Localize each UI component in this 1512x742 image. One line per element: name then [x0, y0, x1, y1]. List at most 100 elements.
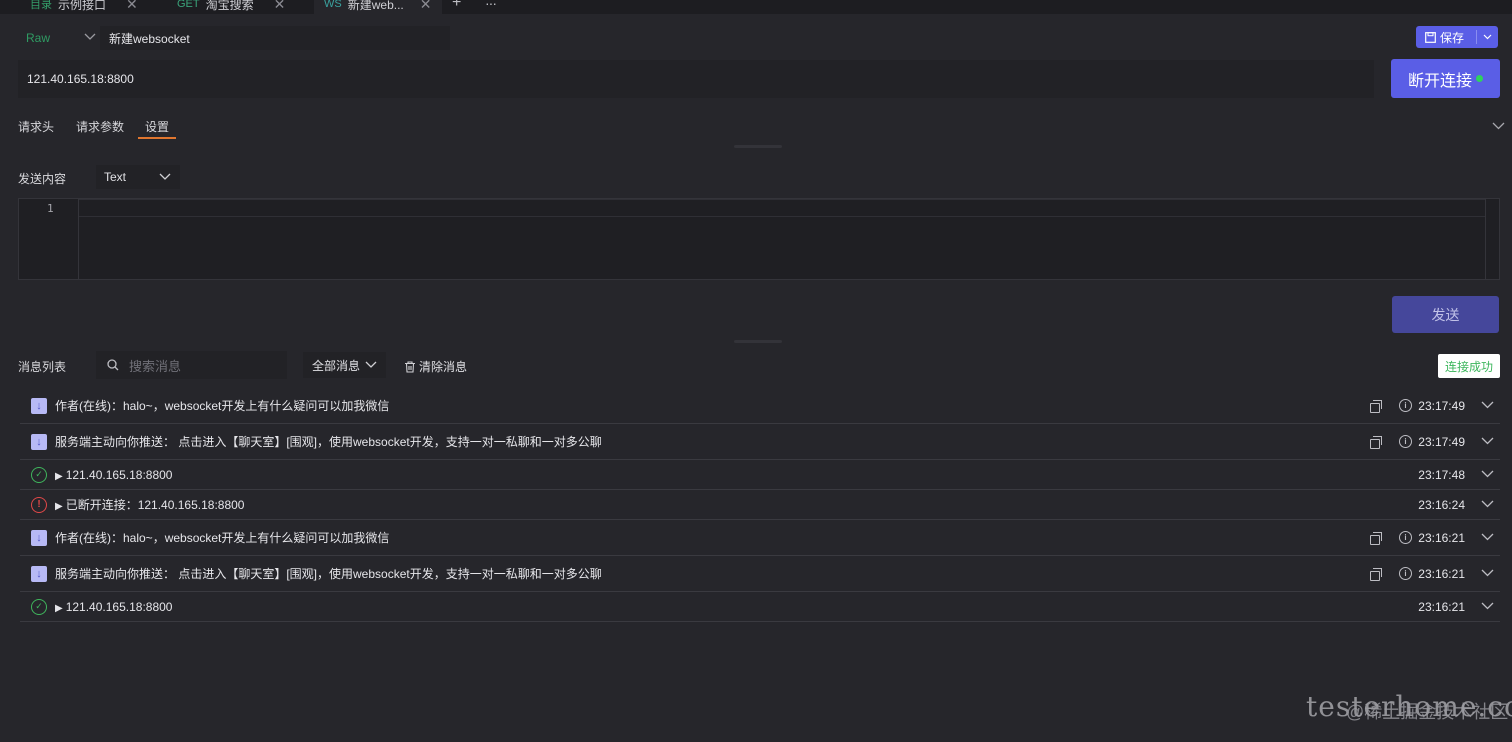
message-row[interactable]: ✓ ▶ 121.40.165.18:8800 23:17:48: [20, 460, 1500, 490]
expand-triangle-icon[interactable]: ▶: [55, 471, 63, 482]
info-icon[interactable]: i: [1399, 435, 1412, 448]
message-row[interactable]: ↓ 服务端主动向你推送： 点击进入【聊天室】[围观]，使用websocket开发，…: [20, 556, 1500, 592]
send-button[interactable]: 发送: [1392, 296, 1499, 333]
tab-title: 示例接口: [58, 0, 107, 12]
save-icon: [1425, 31, 1436, 43]
content-type-select[interactable]: Text: [96, 165, 180, 189]
received-message-icon: ↓: [31, 397, 47, 414]
message-text: ▶ 已断开连接：121.40.165.18:8800: [55, 496, 244, 513]
check-circle-icon: ✓: [31, 598, 47, 615]
filter-value: 全部消息: [312, 358, 361, 373]
disconnect-button[interactable]: 断开连接: [1391, 59, 1500, 98]
alert-circle-icon: !: [31, 496, 47, 513]
chevron-down-icon: [84, 32, 96, 44]
expand-triangle-icon[interactable]: ▶: [55, 603, 63, 614]
save-button[interactable]: 保存: [1416, 26, 1498, 48]
resize-handle[interactable]: [734, 340, 782, 343]
close-icon[interactable]: ✕: [126, 0, 138, 13]
message-list-label: 消息列表: [18, 360, 67, 374]
tab-taobao-search[interactable]: GET 淘宝搜索 ✕: [177, 0, 285, 14]
chevron-down-icon[interactable]: [1481, 601, 1494, 613]
connected-indicator-icon: [1476, 75, 1483, 82]
message-filter-select[interactable]: 全部消息: [303, 352, 386, 378]
message-content: 服务端主动向你推送： 点击进入【聊天室】[围观]，使用websocket开发，支…: [55, 567, 602, 581]
line-number: 1: [47, 202, 54, 215]
chevron-down-icon[interactable]: [1481, 436, 1494, 448]
message-text: 作者(在线)：halo~，websocket开发上有什么疑问可以加我微信: [55, 529, 389, 546]
more-icon[interactable]: ···: [485, 0, 497, 11]
message-text: ▶ 121.40.165.18:8800: [55, 468, 172, 482]
mode-select[interactable]: Raw: [18, 26, 100, 50]
info-icon[interactable]: i: [1399, 567, 1412, 580]
message-content: 已断开连接：121.40.165.18:8800: [65, 498, 245, 512]
message-row[interactable]: ! ▶ 已断开连接：121.40.165.18:8800 23:16:24: [20, 490, 1500, 520]
chevron-down-icon: [159, 173, 171, 180]
copy-icon[interactable]: [1370, 567, 1382, 581]
message-list: ↓ 作者(在线)：halo~，websocket开发上有什么疑问可以加我微信 i 23…: [20, 388, 1500, 622]
tab-title: 淘宝搜索: [205, 0, 254, 12]
received-message-icon: ↓: [31, 565, 47, 582]
disconnect-label: 断开连接: [1407, 72, 1472, 90]
clear-messages-label: 清除消息: [419, 360, 468, 374]
copy-icon[interactable]: [1370, 399, 1382, 413]
chevron-down-icon[interactable]: [1481, 499, 1494, 511]
copy-icon[interactable]: [1370, 531, 1382, 545]
message-content: 作者(在线)：halo~，websocket开发上有什么疑问可以加我微信: [55, 399, 390, 413]
tab-example-api[interactable]: 目录 示例接口 ✕: [30, 0, 138, 14]
message-editor[interactable]: 1: [18, 198, 1500, 280]
url-input[interactable]: 121.40.165.18:8800: [18, 60, 1374, 98]
current-line-highlight: [79, 199, 1486, 217]
chevron-down-icon[interactable]: [1481, 532, 1494, 544]
resize-handle[interactable]: [734, 145, 782, 148]
message-time: 23:17:49: [1418, 398, 1465, 413]
chevron-down-icon[interactable]: [1481, 400, 1494, 412]
copy-icon[interactable]: [1370, 435, 1382, 449]
close-icon[interactable]: ✕: [420, 0, 432, 13]
message-row[interactable]: ↓ 作者(在线)：halo~，websocket开发上有什么疑问可以加我微信 i 23…: [20, 388, 1500, 424]
message-time: 23:16:24: [1418, 497, 1465, 512]
message-search-input[interactable]: 搜索消息: [96, 351, 287, 379]
info-icon[interactable]: i: [1399, 399, 1412, 412]
content-type-value: Text: [104, 170, 127, 184]
tab-settings[interactable]: 设置: [145, 118, 169, 135]
chevron-down-icon[interactable]: [1481, 568, 1494, 580]
search-icon: [107, 359, 119, 371]
message-row[interactable]: ↓ 服务端主动向你推送： 点击进入【聊天室】[围观]，使用websocket开发，…: [20, 424, 1500, 460]
check-circle-icon: ✓: [31, 466, 47, 483]
message-time: 23:16:21: [1418, 566, 1465, 581]
received-message-icon: ↓: [31, 433, 47, 450]
chevron-down-icon: [365, 361, 377, 368]
expand-triangle-icon[interactable]: ▶: [55, 501, 63, 512]
close-icon[interactable]: ✕: [274, 0, 286, 13]
connection-status-badge: 连接成功: [1438, 354, 1500, 378]
message-time: 23:17:49: [1418, 434, 1465, 449]
message-row[interactable]: ✓ ▶ 121.40.165.18:8800 23:16:21: [20, 592, 1500, 622]
tab-method: 目录: [30, 0, 52, 11]
request-name-input[interactable]: 新建websocket: [100, 26, 450, 50]
active-tab-indicator: [138, 137, 176, 139]
send-content-label: 发送内容: [18, 172, 67, 186]
tab-request-params[interactable]: 请求参数: [76, 118, 124, 135]
info-icon[interactable]: i: [1399, 531, 1412, 544]
chevron-down-icon[interactable]: [1481, 469, 1494, 481]
add-tab-icon[interactable]: +: [452, 0, 461, 12]
message-text: 服务端主动向你推送： 点击进入【聊天室】[围观]，使用websocket开发，支…: [55, 433, 602, 450]
trash-icon: [405, 360, 415, 373]
message-row[interactable]: ↓ 作者(在线)：halo~，websocket开发上有什么疑问可以加我微信 i 23…: [20, 520, 1500, 556]
message-time: 23:17:48: [1418, 467, 1465, 482]
tab-method: WS: [324, 0, 342, 10]
message-text: ▶ 121.40.165.18:8800: [55, 600, 172, 614]
tab-new-websocket[interactable]: WS 新建web... ✕: [314, 0, 442, 14]
mode-value: Raw: [26, 31, 51, 45]
tab-request-headers[interactable]: 请求头: [18, 118, 54, 135]
message-time: 23:16:21: [1418, 530, 1465, 545]
received-message-icon: ↓: [31, 529, 47, 546]
chevron-down-icon[interactable]: [1492, 119, 1505, 133]
clear-messages-button[interactable]: 清除消息: [404, 358, 467, 375]
editor-scrollbar[interactable]: [1485, 199, 1499, 279]
chevron-down-icon[interactable]: [1477, 32, 1498, 43]
tab-title: 新建web...: [347, 0, 404, 12]
message-time: 23:16:21: [1418, 599, 1465, 614]
save-label: 保存: [1440, 30, 1465, 45]
message-text: 服务端主动向你推送： 点击进入【聊天室】[围观]，使用websocket开发，支…: [55, 565, 602, 582]
